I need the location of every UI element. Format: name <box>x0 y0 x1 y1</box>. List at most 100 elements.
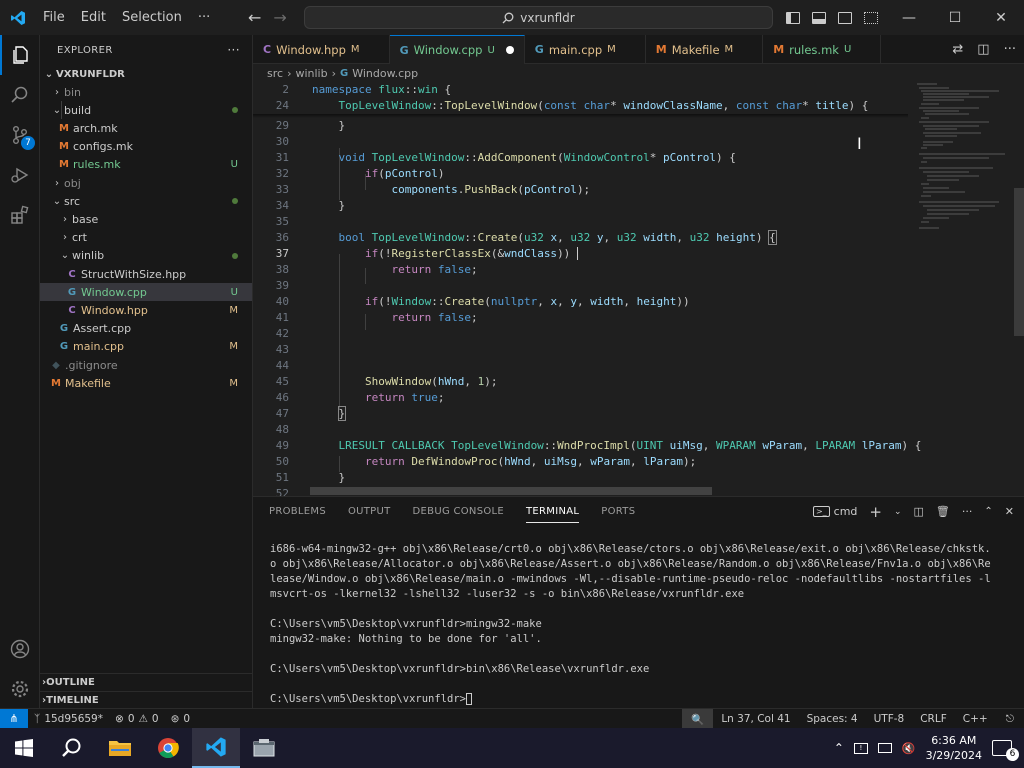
breadcrumb-winlib[interactable]: winlib <box>295 67 327 80</box>
toggle-secondary-sidebar-icon[interactable] <box>838 11 852 24</box>
minimap[interactable] <box>909 82 1009 496</box>
toggle-panel-icon[interactable] <box>812 11 826 24</box>
volume-tray-icon[interactable]: 🔇 <box>902 742 916 755</box>
split-editor-icon[interactable]: ◫ <box>977 42 989 57</box>
vscode-taskbar-icon[interactable] <box>192 728 240 768</box>
more-actions-icon[interactable]: ··· <box>1004 42 1016 57</box>
run-debug-icon[interactable] <box>0 155 40 195</box>
chevron-down-icon[interactable]: ⌄ <box>894 507 902 517</box>
network-tray-icon[interactable] <box>877 743 892 753</box>
tree-item-src[interactable]: ⌄ src <box>40 192 252 210</box>
problems-indicator[interactable]: ⊗ 0 ⚠ 0 <box>109 713 165 725</box>
menu-selection[interactable]: Selection <box>114 0 190 35</box>
zoom-search-icon[interactable]: 🔍 <box>682 709 714 729</box>
tree-item-winlib[interactable]: ⌄ winlib <box>40 247 252 265</box>
code-line-36: bool TopLevelWindow::Create(u32 x, u32 y… <box>338 230 777 245</box>
trash-icon[interactable]: 🗑 <box>936 505 950 518</box>
tree-item-crt[interactable]: › crt <box>40 229 252 247</box>
workspace-root[interactable]: ⌄ VXRUNFLDR <box>40 65 252 83</box>
terminal-output[interactable]: i686-w64-mingw32-g++ obj\x86\Release/crt… <box>270 542 991 707</box>
security-tray-icon[interactable]: ! <box>853 742 868 754</box>
tree-item-assert-cpp[interactable]: G Assert.cpp <box>40 320 252 338</box>
menu-edit[interactable]: Edit <box>73 0 114 35</box>
unsaved-dot-icon[interactable] <box>505 46 514 54</box>
tree-item-base[interactable]: › base <box>40 210 252 228</box>
back-arrow-icon[interactable]: ← <box>248 8 261 27</box>
more-actions-icon[interactable]: ··· <box>962 505 973 518</box>
taskbar-search-icon[interactable] <box>48 728 96 768</box>
branch-indicator[interactable]: ᛉ 15d95659* <box>28 713 109 725</box>
editor-horizontal-scrollbar[interactable] <box>310 487 712 495</box>
close-panel-icon[interactable]: ✕ <box>1005 505 1014 518</box>
tab-main-cpp[interactable]: Gmain.cpp M <box>525 35 646 64</box>
command-center-search[interactable]: vxrunfldr <box>304 6 773 29</box>
panel-tab-problems[interactable]: PROBLEMS <box>269 506 326 517</box>
cursor-position[interactable]: Ln 37, Col 41 <box>713 713 798 725</box>
editor-vertical-scrollbar[interactable] <box>1014 188 1024 336</box>
ports-indicator[interactable]: ⊛ 0 <box>165 713 197 725</box>
tree-item-window-hpp[interactable]: C Window.hpp M <box>40 301 252 319</box>
compare-changes-icon[interactable]: ⇄ <box>952 42 963 57</box>
remote-indicator-icon[interactable]: ⋔ <box>0 708 28 729</box>
accounts-icon[interactable] <box>0 629 40 669</box>
panel-tab-ports[interactable]: PORTS <box>601 506 635 517</box>
app-window-taskbar-icon[interactable] <box>240 728 288 768</box>
system-clock[interactable]: 6:36 AM 3/29/2024 <box>926 733 982 763</box>
timeline-section[interactable]: › TIMELINE <box>40 691 252 709</box>
tree-item-main-cpp[interactable]: Gmain.cpp M <box>40 338 252 356</box>
tree-item-bin[interactable]: › bin <box>40 83 252 101</box>
customize-layout-icon[interactable] <box>864 11 878 24</box>
new-terminal-icon[interactable]: + <box>869 503 882 521</box>
minimize-icon[interactable]: — <box>886 0 932 35</box>
maximize-icon[interactable]: ☐ <box>932 0 978 35</box>
code-editor[interactable]: 2 24 29 30 31 32 33 34 35 36 37 38 39 40 41 42 43 44 45 46 4… <box>253 82 1024 496</box>
windows-start-icon[interactable] <box>0 728 48 768</box>
indentation[interactable]: Spaces: 4 <box>799 713 866 725</box>
forward-arrow-icon[interactable]: → <box>273 8 286 27</box>
tree-item-structwithsize-hpp[interactable]: C StructWithSize.hpp <box>40 265 252 283</box>
tab-rules-mk[interactable]: Mrules.mk U <box>763 35 882 64</box>
tree-item-obj[interactable]: › obj <box>40 174 252 192</box>
encoding[interactable]: UTF-8 <box>866 713 913 725</box>
notification-center-icon[interactable]: 6 <box>992 740 1019 761</box>
panel-tab-output[interactable]: OUTPUT <box>348 506 391 517</box>
explorer-more-button[interactable]: ··· <box>227 43 240 57</box>
close-window-icon[interactable]: ✕ <box>978 0 1024 35</box>
tree-item-makefile[interactable]: M Makefile M <box>40 374 252 392</box>
tab-window-hpp[interactable]: C Window.hpp M <box>253 35 390 64</box>
tree-item-arch-mk[interactable]: March.mk <box>40 119 252 137</box>
maximize-panel-icon[interactable]: ⌃ <box>984 506 992 517</box>
tab-window-cpp[interactable]: G Window.cpp U <box>389 35 525 64</box>
settings-gear-icon[interactable] <box>0 669 40 709</box>
chrome-taskbar-icon[interactable] <box>144 728 192 768</box>
terminal-line: i686-w64-mingw32-g++ obj\x86\Release/crt… <box>270 543 991 555</box>
explorer-icon[interactable] <box>0 35 40 75</box>
end-of-line[interactable]: CRLF <box>912 713 955 725</box>
tree-item-rules-mk[interactable]: Mrules.mk U <box>40 156 252 174</box>
split-terminal-icon[interactable]: ◫ <box>914 505 924 518</box>
show-hidden-icons-icon[interactable]: ⌃ <box>834 741 844 755</box>
mk-file-icon: M <box>59 122 69 134</box>
breadcrumb-src[interactable]: src <box>267 67 283 80</box>
extensions-icon[interactable] <box>0 195 40 235</box>
tree-item-build[interactable]: ⌄ build <box>40 101 252 119</box>
menu-more[interactable]: ··· <box>190 0 218 35</box>
tree-item-window-cpp[interactable]: G Window.cpp U <box>40 283 252 302</box>
outline-section[interactable]: › OUTLINE <box>40 673 252 691</box>
source-control-icon[interactable]: 7 <box>0 115 40 155</box>
toggle-primary-sidebar-icon[interactable] <box>786 11 800 24</box>
panel-tab-terminal[interactable]: TERMINAL <box>526 506 580 523</box>
notifications-bell-icon[interactable]: ⎋ <box>996 713 1024 726</box>
file-explorer-taskbar-icon[interactable] <box>96 728 144 768</box>
language-mode[interactable]: C++ <box>955 713 996 725</box>
tree-item--gitignore[interactable]: ◆ .gitignore <box>40 356 252 374</box>
breadcrumb-file[interactable]: Window.cpp <box>352 67 418 80</box>
tab-makefile[interactable]: M Makefile M <box>646 35 764 64</box>
warning-count: 0 <box>151 712 159 725</box>
tree-item-configs-mk[interactable]: Mconfigs.mk <box>40 138 252 156</box>
search-view-icon[interactable] <box>0 75 40 115</box>
panel-tab-debug-console[interactable]: DEBUG CONSOLE <box>413 506 504 517</box>
menu-file[interactable]: File <box>35 0 73 35</box>
terminal-instance[interactable]: >_ cmd <box>812 505 857 518</box>
